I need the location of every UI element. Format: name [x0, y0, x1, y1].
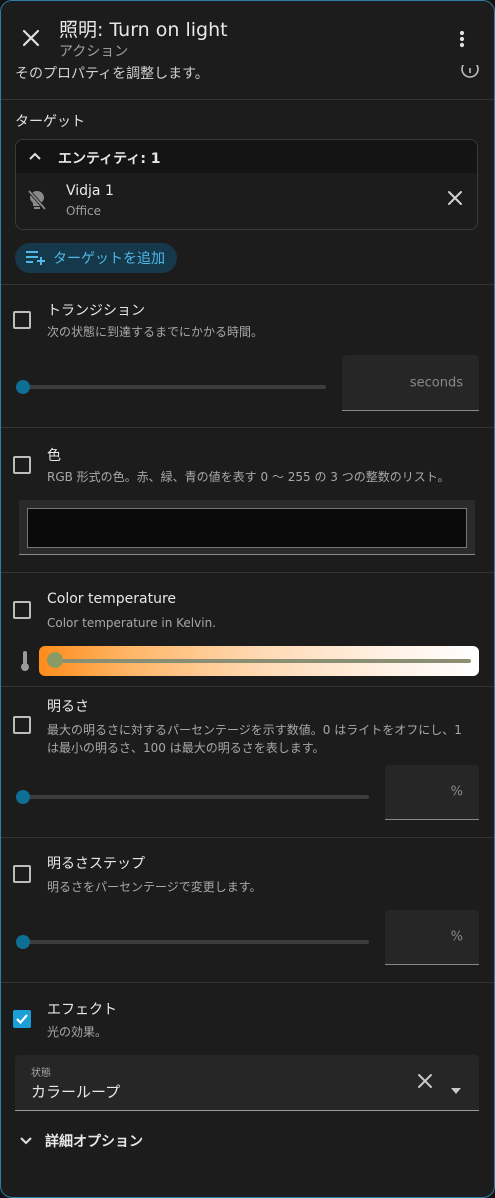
transition-title: トランジション — [47, 303, 145, 319]
close-icon — [418, 1074, 432, 1088]
effect-title: エフェクト — [47, 1002, 117, 1018]
entity-group-header[interactable]: エンティティ: 1 — [16, 140, 477, 173]
brightness-description: 最大の明るさに対するパーセンテージを示す数値。0 はライトをオフにし、1 は最小… — [47, 723, 462, 755]
effect-select-label: 状態 — [31, 1068, 51, 1079]
color-temperature-thumb[interactable] — [47, 652, 63, 668]
color-temperature-description: Color temperature in Kelvin. — [47, 616, 216, 630]
divider — [1, 572, 494, 573]
lightbulb-off-icon — [26, 188, 48, 216]
chevron-down-icon — [20, 1137, 32, 1145]
caret-down-icon — [451, 1088, 461, 1094]
playlist-plus-icon — [26, 251, 45, 265]
entity-group-label: エンティティ: 1 — [58, 151, 161, 167]
transition-slider-thumb[interactable] — [16, 380, 30, 394]
brightness-step-title: 明るさステップ — [47, 856, 145, 872]
brightness-step-slider[interactable] — [21, 940, 369, 944]
add-target-button[interactable]: ターゲットを追加 — [15, 243, 177, 273]
color-description: RGB 形式の色。赤、緑、青の値を表す 0 〜 255 の 3 つの整数のリスト… — [47, 470, 450, 484]
target-label: ターゲット — [15, 114, 85, 130]
brightness-step-description: 明るさをパーセンテージで変更します。 — [47, 880, 262, 894]
color-swatch — [27, 508, 467, 548]
brightness-checkbox[interactable] — [13, 716, 31, 734]
entity-name: Vidja 1 — [66, 183, 114, 199]
dropdown-button[interactable] — [451, 1079, 461, 1098]
brightness-slider[interactable] — [21, 795, 369, 799]
overflow-menu-button[interactable] — [448, 23, 476, 55]
entity-area: Office — [66, 204, 102, 218]
seconds-suffix: seconds — [409, 375, 463, 390]
color-title: 色 — [47, 448, 61, 464]
divider — [1, 427, 494, 428]
remove-entity-button[interactable] — [447, 190, 463, 210]
transition-description: 次の状態に到達するまでにかかる時間。 — [47, 325, 264, 339]
brightness-slider-thumb[interactable] — [16, 790, 30, 804]
dialog-header: 照明: Turn on light アクション — [1, 1, 494, 65]
dialog-subtitle: アクション — [59, 44, 129, 60]
brightness-title: 明るさ — [47, 699, 89, 715]
brightness-step-checkbox[interactable] — [13, 865, 31, 883]
color-checkbox[interactable] — [13, 456, 31, 474]
divider — [1, 99, 494, 100]
effect-description: 光の効果。 — [47, 1025, 108, 1039]
transition-slider[interactable] — [21, 385, 326, 389]
brightness-input[interactable]: % — [385, 765, 479, 820]
more-vertical-icon — [459, 30, 465, 48]
divider — [1, 837, 494, 838]
chevron-up-icon — [29, 152, 41, 160]
color-temperature-checkbox[interactable] — [13, 601, 31, 619]
brightness-step-slider-thumb[interactable] — [16, 935, 30, 949]
color-picker[interactable] — [19, 500, 475, 555]
effect-select-value: カラーループ — [31, 1083, 121, 1101]
transition-checkbox[interactable] — [13, 311, 31, 329]
action-dialog: 照明: Turn on light アクション そのプロパティを調整します。 タ… — [0, 0, 495, 1198]
description-text: そのプロパティを調整します。 — [15, 66, 209, 82]
percent-suffix: % — [450, 929, 463, 945]
add-target-label: ターゲットを追加 — [53, 251, 165, 267]
divider — [1, 284, 494, 285]
transition-seconds-input[interactable]: seconds — [342, 355, 479, 411]
percent-suffix: % — [450, 784, 463, 800]
effect-select[interactable]: 状態 カラーループ — [15, 1055, 479, 1111]
close-icon — [22, 29, 40, 47]
target-entity-card: エンティティ: 1 Vidja 1 Office — [15, 139, 478, 230]
dialog-title: 照明: Turn on light — [59, 19, 228, 41]
advanced-options-toggle[interactable]: 詳細オプション — [19, 1131, 143, 1151]
color-temperature-title: Color temperature — [47, 591, 177, 607]
close-button[interactable] — [15, 22, 47, 54]
thermometer-icon — [19, 650, 31, 676]
close-icon — [448, 191, 462, 205]
effect-checkbox[interactable] — [13, 1010, 31, 1028]
advanced-options-label: 詳細オプション — [45, 1134, 143, 1150]
color-temperature-track — [53, 659, 471, 663]
divider — [1, 982, 494, 983]
checkmark-icon — [16, 1014, 28, 1025]
divider — [1, 686, 494, 687]
clear-selection-button[interactable] — [417, 1073, 433, 1093]
brightness-step-input[interactable]: % — [385, 910, 479, 965]
